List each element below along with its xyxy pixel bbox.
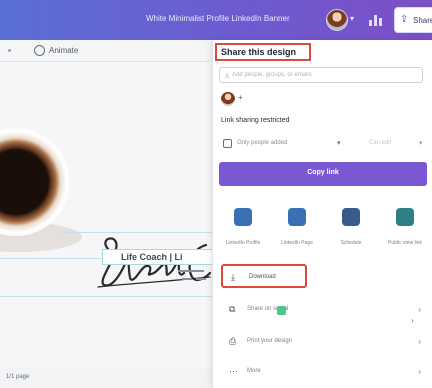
link-icon bbox=[396, 208, 414, 226]
lock-icon bbox=[223, 139, 232, 148]
top-bar: White Minimalist Profile LinkedIn Banner… bbox=[0, 0, 432, 40]
share-button[interactable]: ⇪ Share bbox=[394, 7, 432, 33]
subtext-line bbox=[182, 278, 192, 280]
add-people-field[interactable]: ♙ bbox=[219, 67, 423, 83]
cursor-indicator bbox=[277, 306, 286, 315]
permission-label: Can edit bbox=[369, 140, 392, 146]
coffee-cup-image bbox=[0, 128, 70, 236]
plus-icon[interactable]: + bbox=[238, 93, 243, 102]
share-on-social-button[interactable]: ⧉ Share on social › bbox=[221, 298, 427, 322]
linkedin-profile-icon bbox=[234, 208, 252, 226]
subtext-line bbox=[178, 270, 204, 272]
download-icon: ⤓ bbox=[231, 272, 235, 282]
linkedin-page-icon bbox=[288, 208, 306, 226]
bar-chart-icon[interactable] bbox=[368, 12, 382, 26]
print-icon: ⎙ bbox=[229, 336, 237, 346]
permission-dropdown[interactable]: Can edit ▾ bbox=[363, 136, 429, 154]
headline-text-box[interactable]: Life Coach | Li bbox=[102, 249, 212, 265]
share-option-label: Schedule bbox=[340, 240, 362, 246]
animate-label: Animate bbox=[49, 46, 79, 55]
access-dropdown[interactable]: Only people added ▾ bbox=[221, 136, 357, 154]
share-title-highlight: Share this design bbox=[215, 43, 311, 61]
share-panel-title: Share this design bbox=[221, 47, 297, 57]
print-design-label: Print your design bbox=[247, 338, 293, 344]
chevron-right-icon: › bbox=[418, 367, 421, 376]
share-button-label: Share bbox=[413, 16, 432, 25]
download-label: Download bbox=[249, 274, 276, 280]
more-label: More bbox=[247, 368, 261, 374]
share-option-label: LinkedIn Page bbox=[281, 240, 313, 246]
chevron-right-icon: › bbox=[418, 337, 421, 346]
design-canvas[interactable]: Life Coach | Li bbox=[0, 62, 212, 368]
calendar-icon bbox=[342, 208, 360, 226]
animate-icon bbox=[34, 45, 45, 56]
subtext-line bbox=[196, 278, 206, 280]
chevron-down-icon[interactable]: ▾ bbox=[350, 14, 354, 23]
design-title[interactable]: White Minimalist Profile LinkedIn Banner bbox=[146, 14, 316, 23]
share-option-public-view-link[interactable]: Public view link bbox=[379, 202, 431, 260]
share-social-icon: ⧉ bbox=[229, 304, 236, 314]
editor-toolbar: Animate bbox=[0, 40, 210, 62]
page-count: 1/1 page bbox=[6, 374, 30, 380]
share-option-label: Public view link bbox=[388, 240, 422, 246]
chevron-right-icon: › bbox=[418, 305, 421, 314]
share-option-schedule[interactable]: Schedule bbox=[325, 202, 377, 260]
share-panel: Share this design ♙ + Link sharing restr… bbox=[212, 40, 432, 388]
print-design-button[interactable]: ⎙ Print your design › bbox=[221, 330, 427, 354]
download-button[interactable]: ⤓ Download bbox=[221, 264, 307, 288]
collaborator-avatar[interactable] bbox=[221, 92, 235, 106]
share-option-linkedin-profile[interactable]: LinkedIn Profile bbox=[217, 202, 269, 260]
access-label: Only people added bbox=[237, 140, 288, 146]
more-icon: ⋯ bbox=[229, 366, 238, 376]
copy-link-label: Copy link bbox=[307, 169, 339, 176]
more-button[interactable]: ⋯ More › bbox=[221, 360, 427, 384]
share-option-linkedin-page[interactable]: LinkedIn Page bbox=[271, 202, 323, 260]
toolbar-handle bbox=[8, 49, 11, 52]
user-avatar[interactable] bbox=[326, 9, 348, 31]
headline-text: Life Coach | Li bbox=[121, 252, 183, 262]
chevron-down-icon: ▾ bbox=[419, 140, 423, 147]
add-people-input[interactable] bbox=[220, 68, 422, 82]
copy-link-button[interactable]: Copy link bbox=[219, 162, 427, 186]
link-sharing-label: Link sharing restricted bbox=[221, 117, 290, 124]
share-option-label: LinkedIn Profile bbox=[225, 240, 261, 246]
upload-icon: ⇪ bbox=[400, 14, 409, 25]
chevron-down-icon: ▾ bbox=[337, 140, 341, 147]
